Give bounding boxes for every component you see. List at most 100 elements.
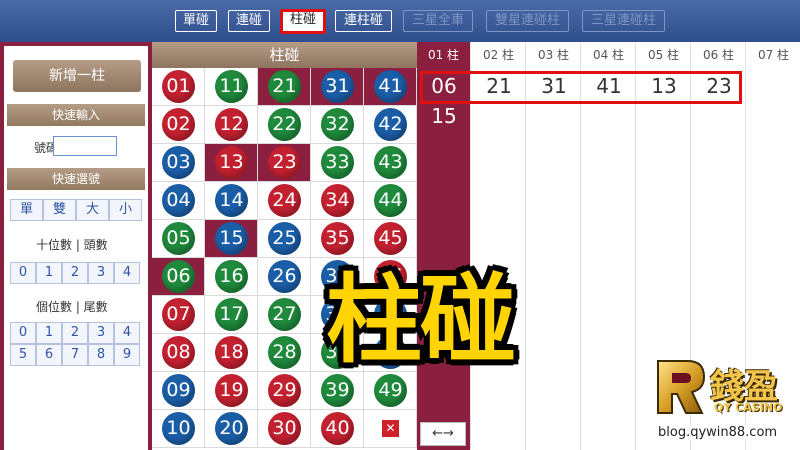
number-cell[interactable]: 32 [311, 106, 364, 144]
tab-two-star-multi-column[interactable]: 雙星連碰柱 [486, 10, 569, 32]
small-button[interactable]: 小 [109, 199, 142, 221]
number-cell[interactable]: 15 [205, 220, 258, 258]
number-cell[interactable]: 45 [364, 220, 417, 258]
number-ball[interactable]: 19 [215, 374, 248, 407]
number-cell[interactable]: 16 [205, 258, 258, 296]
number-ball[interactable]: 20 [215, 412, 248, 445]
number-cell[interactable]: 21 [258, 68, 311, 106]
number-cell[interactable]: 30 [258, 410, 311, 448]
number-ball[interactable]: 12 [215, 108, 248, 141]
number-cell[interactable]: 06 [152, 258, 205, 296]
add-column-button[interactable]: 新增一柱 [13, 60, 141, 92]
tens-button-3[interactable]: 3 [88, 262, 114, 284]
number-cell[interactable]: 07 [152, 296, 205, 334]
number-ball[interactable]: 09 [162, 374, 195, 407]
number-ball[interactable]: 14 [215, 184, 248, 217]
number-cell[interactable]: 01 [152, 68, 205, 106]
tab-multi-hit[interactable]: 連碰 [228, 10, 270, 32]
number-input[interactable] [53, 136, 117, 156]
number-cell[interactable]: 33 [311, 144, 364, 182]
number-ball[interactable]: 24 [268, 184, 301, 217]
number-ball[interactable]: 11 [215, 70, 248, 103]
units-button-3[interactable]: 3 [88, 322, 114, 344]
number-cell[interactable]: 03 [152, 144, 205, 182]
number-ball[interactable]: 23 [268, 146, 301, 179]
number-ball[interactable]: 16 [215, 260, 248, 293]
number-cell[interactable]: 14 [205, 182, 258, 220]
number-ball[interactable]: 15 [215, 222, 248, 255]
tab-three-star-multi-column[interactable]: 三星連碰柱 [582, 10, 665, 32]
number-ball[interactable]: 06 [162, 260, 195, 293]
number-cell[interactable]: 40 [311, 410, 364, 448]
number-ball[interactable]: 41 [374, 70, 407, 103]
number-cell[interactable]: 10 [152, 410, 205, 448]
number-cell[interactable]: 34 [311, 182, 364, 220]
odd-button[interactable]: 單 [10, 199, 43, 221]
units-button-6[interactable]: 6 [36, 344, 62, 366]
column-2[interactable] [472, 68, 526, 450]
tab-single-hit[interactable]: 單碰 [175, 10, 217, 32]
number-ball[interactable]: 13 [215, 146, 248, 179]
units-button-4[interactable]: 4 [114, 322, 140, 344]
number-cell[interactable]: 24 [258, 182, 311, 220]
column-3[interactable] [527, 68, 581, 450]
number-cell[interactable]: 20 [205, 410, 258, 448]
number-cell[interactable]: 12 [205, 106, 258, 144]
number-cell[interactable]: 02 [152, 106, 205, 144]
number-cell[interactable]: 19 [205, 372, 258, 410]
number-ball[interactable]: 17 [215, 298, 248, 331]
swap-arrows-button[interactable]: ←→ [420, 422, 466, 446]
number-cell[interactable]: 25 [258, 220, 311, 258]
number-ball[interactable]: 30 [268, 412, 301, 445]
number-ball[interactable]: 21 [268, 70, 301, 103]
delete-icon[interactable]: ✕ [382, 420, 399, 437]
units-button-9[interactable]: 9 [114, 344, 140, 366]
number-cell[interactable]: 31 [311, 68, 364, 106]
number-ball[interactable]: 22 [268, 108, 301, 141]
number-cell[interactable]: 17 [205, 296, 258, 334]
number-cell[interactable]: 04 [152, 182, 205, 220]
number-ball[interactable]: 31 [321, 70, 354, 103]
units-button-7[interactable]: 7 [62, 344, 88, 366]
tens-button-2[interactable]: 2 [62, 262, 88, 284]
number-ball[interactable]: 45 [374, 222, 407, 255]
number-cell[interactable]: 05 [152, 220, 205, 258]
units-button-0[interactable]: 0 [10, 322, 36, 344]
number-cell[interactable]: 11 [205, 68, 258, 106]
tens-button-1[interactable]: 1 [36, 262, 62, 284]
column-4[interactable] [582, 68, 636, 450]
number-ball[interactable]: 18 [215, 336, 248, 369]
number-cell[interactable]: 43 [364, 144, 417, 182]
number-cell[interactable]: 09 [152, 372, 205, 410]
tab-three-star-full[interactable]: 三星全車 [403, 10, 473, 32]
units-button-2[interactable]: 2 [62, 322, 88, 344]
number-ball[interactable]: 35 [321, 222, 354, 255]
number-ball[interactable]: 32 [321, 108, 354, 141]
number-cell[interactable]: 41 [364, 68, 417, 106]
tab-column-hit[interactable]: 柱碰 [280, 9, 326, 34]
number-ball[interactable]: 04 [162, 184, 195, 217]
number-ball[interactable]: 01 [162, 70, 195, 103]
number-ball[interactable]: 10 [162, 412, 195, 445]
number-ball[interactable]: 03 [162, 146, 195, 179]
number-cell[interactable]: 13 [205, 144, 258, 182]
units-button-1[interactable]: 1 [36, 322, 62, 344]
number-ball[interactable]: 02 [162, 108, 195, 141]
number-ball[interactable]: 25 [268, 222, 301, 255]
tens-button-0[interactable]: 0 [10, 262, 36, 284]
tab-multi-column-hit[interactable]: 連柱碰 [335, 10, 392, 32]
even-button[interactable]: 雙 [43, 199, 76, 221]
number-ball[interactable]: 40 [321, 412, 354, 445]
number-ball[interactable]: 05 [162, 222, 195, 255]
number-ball[interactable]: 33 [321, 146, 354, 179]
column-pick[interactable]: 15 [417, 104, 471, 128]
number-cell[interactable]: 42 [364, 106, 417, 144]
units-button-5[interactable]: 5 [10, 344, 36, 366]
number-ball[interactable]: 42 [374, 108, 407, 141]
units-button-8[interactable]: 8 [88, 344, 114, 366]
big-button[interactable]: 大 [76, 199, 109, 221]
delete-cell[interactable]: ✕ [364, 410, 417, 448]
number-ball[interactable]: 43 [374, 146, 407, 179]
number-ball[interactable]: 08 [162, 336, 195, 369]
number-cell[interactable]: 08 [152, 334, 205, 372]
